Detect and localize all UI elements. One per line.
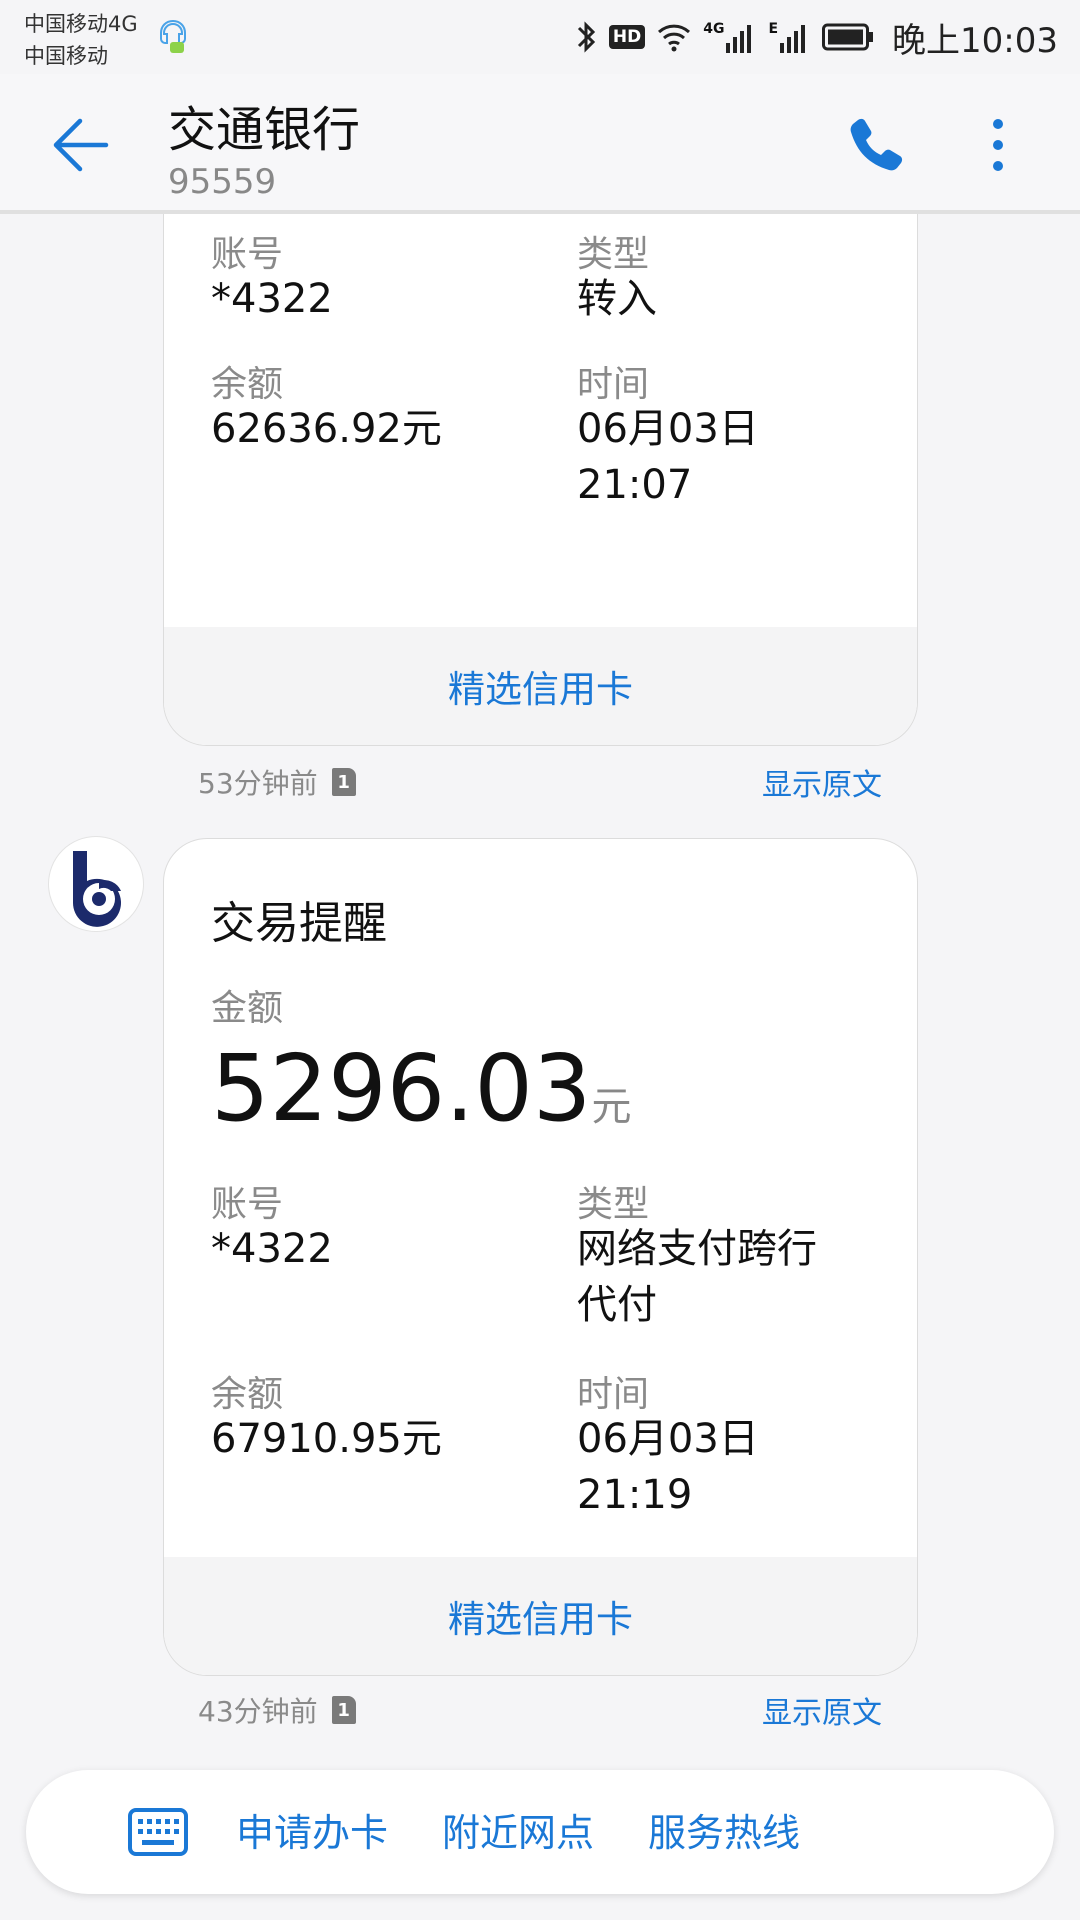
contact-name: 交通银行 [168,102,361,158]
time-value-clock: 21:07 [577,462,693,508]
bottom-menu-bar: 申请办卡 附近网点 服务热线 [26,1770,1054,1894]
time-value-date: 06月03日 [577,1416,759,1462]
message-card[interactable]: 账号 *4322 类型 转入 余额 62636.92元 时间 06月03日 21… [163,214,918,746]
signal-1-icon [726,25,752,53]
type-value-line2: 代付 [577,1282,657,1328]
account-value: *4322 [211,276,333,322]
type-label: 类型 [577,234,650,275]
account-value: *4322 [211,1226,333,1272]
message-title: 交易提醒 [211,898,387,949]
wifi-icon [658,24,691,52]
status-bar: 中国移动4G 中国移动 HD 4G E 晚上10:03 [0,0,1080,74]
time-value-clock: 21:19 [577,1472,693,1518]
message-timestamp: 53分钟前 1 [198,762,356,802]
balance-label: 余额 [211,364,284,405]
card-action-button[interactable]: 精选信用卡 [164,1557,917,1675]
keyboard-icon[interactable] [128,1808,188,1856]
time-value-date: 06月03日 [577,406,759,452]
status-icons: HD 4G E 晚上10:03 [575,14,1058,61]
sim-card-icon: 1 [331,1696,356,1724]
account-label: 账号 [211,234,284,275]
hd-icon: HD [608,25,646,49]
message-timestamp: 43分钟前 1 [198,1690,356,1730]
time-label: 时间 [577,364,650,405]
bank-logo-avatar[interactable] [48,836,144,932]
assistant-icon [160,19,186,53]
balance-value: 67910.95元 [211,1416,442,1462]
card-action-button[interactable]: 精选信用卡 [164,627,917,745]
service-hotline-button[interactable]: 服务热线 [648,1802,800,1857]
signal-2-icon [780,25,806,53]
received-time: 53分钟前 [198,767,318,800]
type-value: 转入 [577,276,657,322]
network-type-2: E [768,21,779,37]
card-action-label: 精选信用卡 [448,668,633,711]
carrier-2: 中国移动 [24,44,108,68]
phone-icon[interactable] [842,110,912,180]
signal-2: E [768,21,810,53]
received-time: 43分钟前 [198,1695,318,1728]
show-original-link[interactable]: 显示原文 [762,760,882,804]
back-arrow-icon[interactable] [44,110,114,180]
balance-label: 余额 [211,1374,284,1415]
sim-card-icon: 1 [331,768,356,796]
type-label: 类型 [577,1184,650,1225]
show-original-link[interactable]: 显示原文 [762,1688,882,1732]
more-options-icon[interactable] [978,110,1018,180]
carrier-1: 中国移动4G [24,12,138,36]
message-card[interactable]: 交易提醒 金额 5296.03元 账号 *4322 类型 网络支付跨行 代付 余… [163,838,918,1676]
time-label: 时间 [577,1374,650,1415]
balance-value: 62636.92元 [211,406,442,452]
card-action-label: 精选信用卡 [448,1598,633,1641]
account-label: 账号 [211,1184,284,1225]
amount-label: 金额 [211,988,284,1029]
bluetooth-icon [577,21,595,53]
nearby-branch-button[interactable]: 附近网点 [442,1802,594,1857]
conversation-header: 交通银行 95559 [0,74,1080,214]
network-type-1: 4G [703,21,725,37]
type-value-line1: 网络支付跨行 [577,1226,817,1272]
amount-number: 5296.03 [211,1035,592,1142]
battery-icon [822,23,874,51]
apply-card-button[interactable]: 申请办卡 [236,1802,388,1857]
clock: 晚上10:03 [892,20,1058,61]
contact-number: 95559 [168,162,277,202]
message-list[interactable]: 账号 *4322 类型 转入 余额 62636.92元 时间 06月03日 21… [0,214,1080,1762]
signal-1: 4G [703,21,756,53]
amount-value: 5296.03元 [211,1039,631,1157]
amount-unit: 元 [591,1084,632,1130]
